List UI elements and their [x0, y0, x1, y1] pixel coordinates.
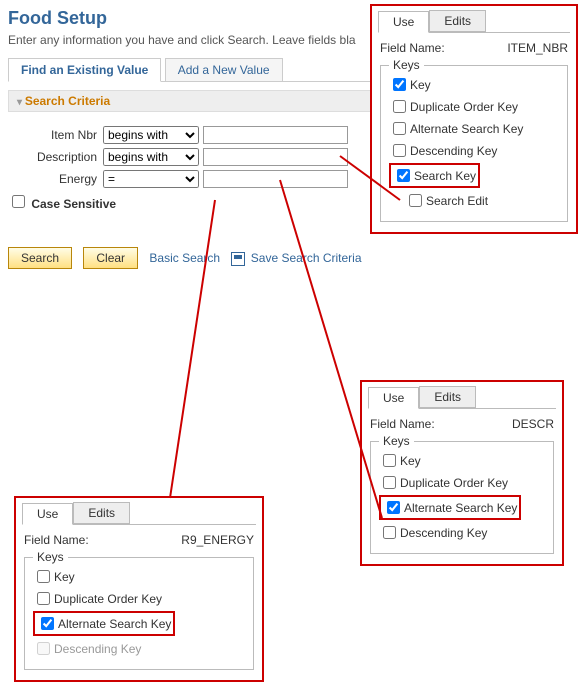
popup-energy: UseEdits Field Name: R9_ENERGY Keys Key … — [14, 496, 264, 682]
cb-key[interactable] — [37, 570, 50, 583]
cb-desc[interactable] — [383, 526, 396, 539]
input-description[interactable] — [203, 148, 348, 166]
popup-tab-use[interactable]: Use — [22, 503, 73, 525]
lbl-search: Search Key — [414, 169, 476, 183]
cb-dup[interactable] — [393, 100, 406, 113]
label-item-nbr: Item Nbr — [8, 128, 103, 142]
fieldname-label: Field Name: — [24, 533, 89, 547]
keys-legend: Keys — [33, 550, 68, 564]
keys-legend: Keys — [379, 434, 414, 448]
popup-tab-edits[interactable]: Edits — [73, 502, 130, 524]
op-description[interactable]: begins with — [103, 148, 199, 166]
lbl-alt: Alternate Search Key — [404, 501, 517, 515]
clear-button[interactable]: Clear — [83, 247, 138, 269]
tab-find-existing[interactable]: Find an Existing Value — [8, 58, 161, 82]
lbl-alt: Alternate Search Key — [410, 122, 523, 136]
fieldname-value: ITEM_NBR — [507, 41, 568, 55]
lbl-desc: Descending Key — [410, 144, 497, 158]
popup-tab-edits[interactable]: Edits — [429, 10, 486, 32]
popup-item-nbr: UseEdits Field Name: ITEM_NBR Keys Key D… — [370, 4, 578, 234]
popup-tab-use[interactable]: Use — [368, 387, 419, 409]
lbl-key: Key — [54, 570, 75, 584]
highlight-alt-key: Alternate Search Key — [379, 495, 521, 520]
input-energy[interactable] — [203, 170, 348, 188]
lbl-key: Key — [400, 454, 421, 468]
lbl-dup: Duplicate Order Key — [54, 592, 162, 606]
link-basic-search[interactable]: Basic Search — [149, 251, 220, 265]
cb-search[interactable] — [397, 169, 410, 182]
cb-desc — [37, 642, 50, 655]
label-energy: Energy — [8, 172, 103, 186]
cb-key[interactable] — [383, 454, 396, 467]
lbl-desc: Descending Key — [54, 642, 141, 656]
cb-dup[interactable] — [383, 476, 396, 489]
search-button[interactable]: Search — [8, 247, 72, 269]
popup-descr: UseEdits Field Name: DESCR Keys Key Dupl… — [360, 380, 564, 566]
fieldname-label: Field Name: — [370, 417, 435, 431]
highlight-search-key: Search Key — [389, 163, 480, 188]
label-case-sensitive: Case Sensitive — [31, 197, 116, 211]
highlight-alt-key: Alternate Search Key — [33, 611, 175, 636]
keys-box: Keys Key Duplicate Order Key Alternate S… — [380, 65, 568, 222]
fieldname-value: DESCR — [512, 417, 554, 431]
op-item-nbr[interactable]: begins with — [103, 126, 199, 144]
cb-searchedit[interactable] — [409, 194, 422, 207]
lbl-searchedit: Search Edit — [426, 194, 488, 208]
label-description: Description — [8, 150, 103, 164]
cb-key[interactable] — [393, 78, 406, 91]
cb-alt[interactable] — [393, 122, 406, 135]
link-save-criteria[interactable]: Save Search Criteria — [251, 251, 362, 265]
keys-box: Keys Key Duplicate Order Key Alternate S… — [370, 441, 554, 554]
save-icon — [231, 252, 245, 266]
fieldname-label: Field Name: — [380, 41, 445, 55]
fieldname-value: R9_ENERGY — [181, 533, 254, 547]
tab-add-new[interactable]: Add a New Value — [165, 58, 283, 81]
lbl-desc: Descending Key — [400, 526, 487, 540]
checkbox-case-sensitive[interactable] — [12, 195, 25, 208]
popup-tab-use[interactable]: Use — [378, 11, 429, 33]
cb-alt[interactable] — [41, 617, 54, 630]
lbl-key: Key — [410, 78, 431, 92]
lbl-alt: Alternate Search Key — [58, 617, 171, 631]
lbl-dup: Duplicate Order Key — [400, 476, 508, 490]
keys-box: Keys Key Duplicate Order Key Alternate S… — [24, 557, 254, 670]
op-energy[interactable]: = — [103, 170, 199, 188]
popup-tab-edits[interactable]: Edits — [419, 386, 476, 408]
keys-legend: Keys — [389, 58, 424, 72]
cb-desc[interactable] — [393, 144, 406, 157]
cb-dup[interactable] — [37, 592, 50, 605]
input-item-nbr[interactable] — [203, 126, 348, 144]
cb-alt[interactable] — [387, 501, 400, 514]
lbl-dup: Duplicate Order Key — [410, 100, 518, 114]
